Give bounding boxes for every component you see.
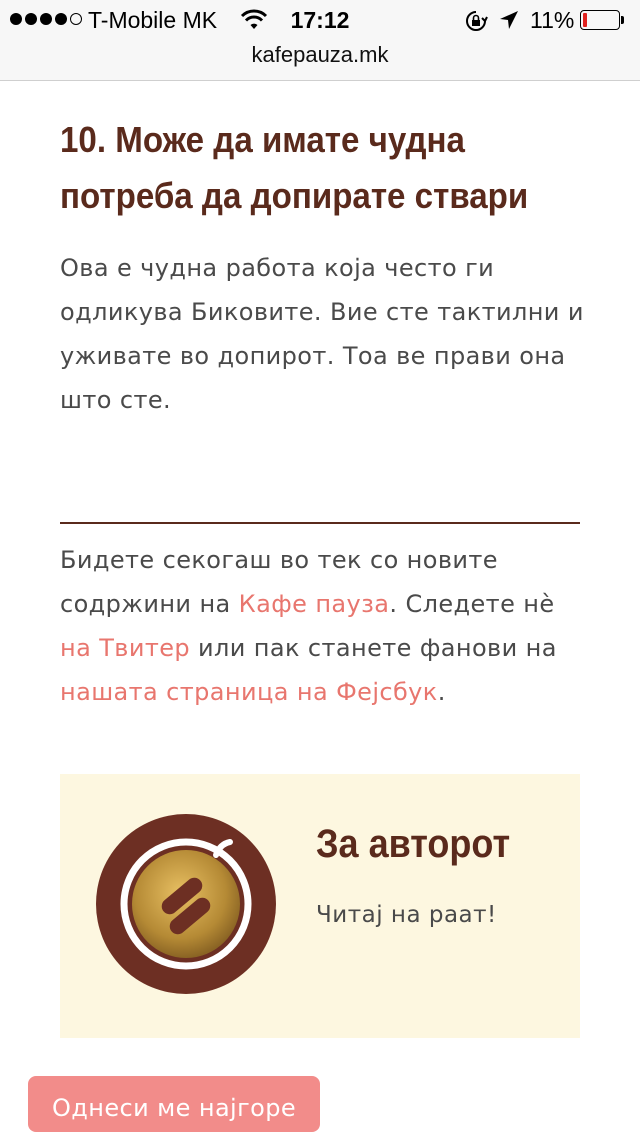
- rotation-lock-icon: [464, 9, 488, 38]
- author-title: За авторот: [316, 822, 511, 866]
- address-bar[interactable]: kafepauza.mk: [0, 40, 640, 81]
- article-heading: 10. Може да имате чудна потреба да допир…: [60, 119, 529, 216]
- follow-text: . Следете нè: [389, 590, 555, 618]
- author-box: За авторот Читај на раат!: [60, 774, 580, 1038]
- twitter-link[interactable]: на Твитер: [60, 634, 190, 662]
- location-arrow-icon: [498, 9, 520, 36]
- divider: [60, 522, 580, 524]
- follow-text: или пак станете фанови на: [190, 634, 557, 662]
- facebook-page-link[interactable]: нашата страница на Фејсбук: [60, 678, 438, 706]
- follow-text: .: [437, 678, 446, 706]
- status-bar: T-Mobile MK 17:12 11%: [0, 0, 640, 40]
- kafe-pauza-link[interactable]: Кафе пауза: [239, 590, 390, 618]
- url-text: kafepauza.mk: [251, 42, 389, 67]
- coffee-cup-logo-icon: [96, 814, 276, 998]
- author-description: Читај на раат!: [316, 902, 497, 928]
- battery-icon: [580, 10, 626, 30]
- article-paragraph: Ова е чудна работа која често ги одликув…: [60, 254, 584, 414]
- follow-us-paragraph: Бидете секогаш во тек со новите содржини…: [60, 538, 590, 714]
- battery-percent: 11%: [530, 7, 575, 33]
- back-to-top-button[interactable]: Однеси ме најгоре: [28, 1076, 320, 1132]
